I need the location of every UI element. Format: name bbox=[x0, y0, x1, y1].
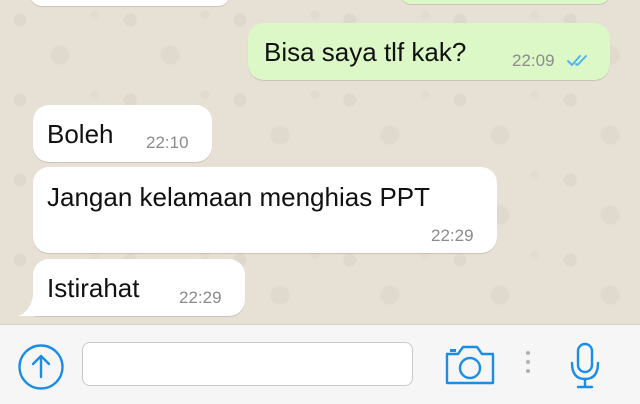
more-dots-icon bbox=[524, 351, 532, 379]
message-text: Istirahat bbox=[47, 273, 140, 303]
message-time: 22:29 bbox=[431, 226, 474, 245]
upload-arrow-icon[interactable] bbox=[17, 343, 65, 391]
previous-message-bubble bbox=[400, 0, 610, 4]
incoming-message-bubble[interactable]: Istirahat 22:29 bbox=[33, 259, 245, 316]
bubble-tail bbox=[18, 296, 38, 316]
message-time: 22:09 bbox=[512, 51, 555, 70]
message-time: 22:29 bbox=[179, 288, 222, 307]
message-text: Bisa saya tlf kak? bbox=[264, 37, 467, 67]
message-time: 22:10 bbox=[146, 133, 189, 152]
microphone-icon[interactable] bbox=[568, 341, 602, 391]
message-text: Boleh bbox=[47, 119, 114, 149]
outgoing-message-bubble[interactable]: Bisa saya tlf kak? 22:09 bbox=[248, 23, 610, 80]
incoming-message-bubble[interactable]: Jangan kelamaan menghias PPT 22:29 bbox=[33, 167, 497, 253]
camera-icon[interactable] bbox=[444, 343, 496, 387]
message-input[interactable] bbox=[82, 342, 413, 386]
message-input-bar bbox=[0, 324, 640, 404]
previous-message-bubble bbox=[30, 0, 230, 6]
incoming-message-bubble[interactable]: Boleh 22:10 bbox=[33, 105, 212, 162]
double-check-icon bbox=[567, 55, 587, 66]
message-text: Jangan kelamaan menghias PPT bbox=[47, 182, 431, 212]
chat-area: Bisa saya tlf kak? 22:09 Boleh 22:10 Jan… bbox=[0, 0, 640, 324]
